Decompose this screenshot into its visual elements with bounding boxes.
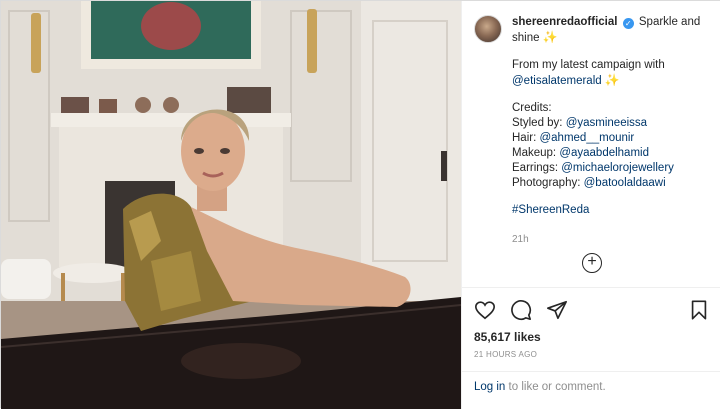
- mention-etisalatemerald[interactable]: @etisalatemerald: [512, 75, 602, 87]
- login-suffix: to like or comment.: [508, 381, 606, 393]
- credits-paragraph: Credits: Styled by: @yasmineeissa Hair: …: [512, 101, 710, 191]
- sparkle-emoji-icon: ✨: [604, 73, 620, 87]
- comment-icon[interactable]: [510, 299, 532, 321]
- sparkle-emoji-icon: ✨: [542, 30, 558, 44]
- credit-earrings: Earrings: @michaelorojewellery: [512, 161, 710, 176]
- heart-icon[interactable]: [474, 299, 496, 321]
- mention-ahmed-mounir[interactable]: @ahmed__mounir: [539, 132, 634, 144]
- plus-circle-icon[interactable]: +: [582, 253, 602, 273]
- login-prompt: Log in to like or comment.: [462, 371, 720, 402]
- credit-label: Photography:: [512, 177, 581, 189]
- verified-badge-icon: ✓: [622, 18, 634, 29]
- credit-makeup: Makeup: @ayaabdelhamid: [512, 146, 710, 161]
- caption-text: shereenredaofficial ✓ Sparkle and shine …: [512, 15, 710, 247]
- post-sidebar: shereenredaofficial ✓ Sparkle and shine …: [461, 1, 720, 409]
- caption-row: shereenredaofficial ✓ Sparkle and shine …: [474, 15, 710, 247]
- avatar[interactable]: [474, 15, 502, 43]
- post-photo-illustration: [1, 1, 461, 409]
- mention-batoolaldaawi[interactable]: @batoolaldaawi: [584, 177, 666, 189]
- caption-time: 21h: [512, 234, 529, 245]
- caption-area: shereenredaofficial ✓ Sparkle and shine …: [462, 1, 720, 283]
- hashtag-link[interactable]: #ShereenReda: [512, 204, 589, 216]
- mention-michaelorojewellery[interactable]: @michaelorojewellery: [561, 162, 674, 174]
- username-link[interactable]: shereenredaofficial: [512, 16, 617, 28]
- credits-title: Credits:: [512, 102, 552, 114]
- post-photo[interactable]: [1, 1, 461, 409]
- hashtag-paragraph: #ShereenReda: [512, 203, 710, 218]
- mention-yasmineeissa[interactable]: @yasmineeissa: [566, 117, 647, 129]
- action-icons: [474, 298, 710, 322]
- post-timestamp: 21 HOURS AGO: [474, 350, 538, 359]
- login-link[interactable]: Log in: [474, 381, 505, 393]
- credit-hair: Hair: @ahmed__mounir: [512, 131, 710, 146]
- action-bar: 85,617 likes 21 HOURS AGO: [462, 287, 720, 359]
- campaign-prefix: From my latest campaign with: [512, 59, 665, 71]
- credit-photography: Photography: @batoolaldaawi: [512, 176, 710, 191]
- paper-plane-icon[interactable]: [546, 299, 568, 321]
- bookmark-icon[interactable]: [688, 299, 710, 321]
- credit-label: Earrings:: [512, 162, 559, 174]
- credit-label: Makeup:: [512, 147, 557, 159]
- campaign-paragraph: From my latest campaign with @etisalatem…: [512, 58, 710, 89]
- credit-label: Styled by:: [512, 117, 563, 129]
- mention-ayaabdelhamid[interactable]: @ayaabdelhamid: [559, 147, 649, 159]
- credit-styled: Styled by: @yasmineeissa: [512, 116, 710, 131]
- likes-count[interactable]: 85,617 likes: [474, 330, 710, 344]
- instagram-post: shereenredaofficial ✓ Sparkle and shine …: [0, 0, 720, 409]
- credit-label: Hair:: [512, 132, 537, 144]
